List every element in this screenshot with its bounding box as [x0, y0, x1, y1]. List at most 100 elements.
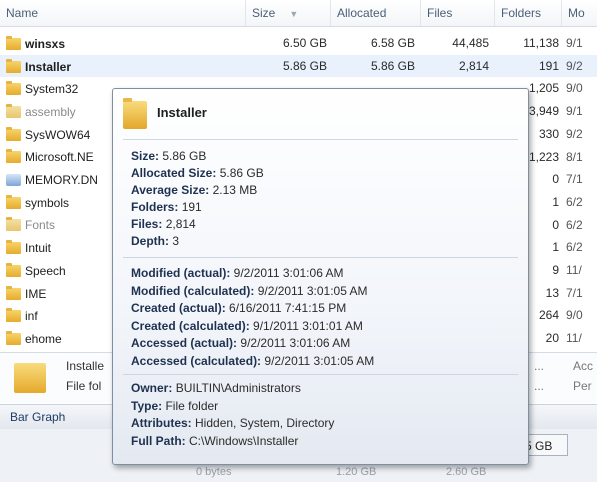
cell-modified: 9/0 — [566, 308, 583, 323]
table-row[interactable]: winsxs 6.50 GB 6.58 GB 44,485 11,138 9/1 — [0, 32, 597, 54]
tooltip-key: Accessed (calculated): — [131, 353, 262, 368]
folder-icon — [6, 330, 21, 345]
tooltip-value: BUILTIN\Administrators — [175, 381, 301, 395]
cell-modified: 8/1 — [566, 149, 583, 164]
cell-modified: 9/0 — [566, 81, 583, 96]
row-name: assembly — [25, 104, 76, 119]
row-name: winsxs — [25, 36, 66, 51]
preview-type: File fol — [66, 379, 102, 393]
preview-ellipsis-2: ... — [534, 379, 545, 393]
row-name: symbols — [25, 195, 70, 210]
row-name: IME — [25, 286, 47, 301]
tooltip-value: 3 — [172, 234, 180, 248]
cell-modified: 6/2 — [566, 240, 583, 255]
tooltip-line: Created (calculated): 9/1/2011 3:01:01 A… — [131, 319, 363, 333]
cell-size: 6.50 GB — [282, 36, 327, 50]
folder-icon — [6, 35, 21, 50]
tooltip-line: Modified (calculated): 9/2/2011 3:01:05 … — [131, 284, 368, 298]
tooltip-value: Hidden, System, Directory — [195, 416, 335, 430]
cell-modified: 11/ — [566, 331, 582, 346]
column-header-name[interactable]: Name — [0, 0, 246, 26]
row-name: Microsoft.NE — [25, 150, 94, 165]
tooltip-divider-2 — [123, 257, 518, 258]
folder-icon — [6, 149, 21, 164]
tooltip-line: Created (actual): 6/16/2011 7:41:15 PM — [131, 301, 346, 315]
tooltip-line: Accessed (calculated): 9/2/2011 3:01:05 … — [131, 354, 374, 368]
cell-modified: 6/2 — [566, 217, 583, 232]
file-icon — [6, 174, 21, 187]
tooltip-value: 5.86 GB — [219, 166, 264, 180]
column-modified-label: Mo — [568, 6, 585, 20]
tooltip-value: 2.13 MB — [212, 183, 258, 197]
tooltip-key: Average Size: — [131, 183, 210, 197]
tooltip-value: 9/2/2011 3:01:05 AM — [264, 353, 375, 368]
tooltip-key: Created (calculated): — [131, 318, 250, 333]
sort-down-icon: ▼ — [289, 9, 299, 19]
column-header-size[interactable]: Size ▼ — [246, 0, 331, 26]
folder-icon — [6, 58, 21, 73]
tooltip-key: Full Path: — [131, 433, 186, 448]
tooltip-value: 191 — [181, 200, 202, 214]
folder-icon — [6, 240, 21, 255]
tooltip-line: Modified (actual): 9/2/2011 3:01:06 AM — [131, 266, 344, 280]
cell-allocated: 6.58 GB — [370, 36, 415, 50]
tooltip-line: Accessed (actual): 9/2/2011 3:01:06 AM — [131, 336, 350, 350]
cell-name: winsxs — [6, 32, 242, 54]
column-header-modified[interactable]: Mo — [562, 0, 597, 26]
folder-icon — [6, 126, 21, 141]
cell-files: 44,485 — [452, 36, 489, 50]
tooltip-key: Depth: — [131, 234, 169, 248]
axis-tick-0: 0 bytes — [196, 466, 232, 478]
tooltip-key: Files: — [131, 217, 163, 231]
tooltip-value: File folder — [165, 398, 219, 413]
cell-folders: 11,138 — [523, 36, 559, 50]
tooltip-divider-1 — [123, 139, 518, 140]
folder-icon — [6, 81, 21, 96]
folder-large-icon — [14, 363, 46, 393]
column-header-allocated[interactable]: Allocated — [331, 0, 421, 26]
axis-tick-1: 1.20 GB — [336, 466, 377, 478]
tooltip-value: 9/2/2011 3:01:06 AM — [233, 266, 344, 280]
cell-size: 5.86 GB — [282, 58, 327, 73]
row-name: Installer — [25, 59, 72, 74]
tooltip-key: Type: — [131, 398, 163, 413]
cell-modified: 7/1 — [566, 172, 583, 187]
tooltip-line: Files: 2,814 — [131, 217, 196, 231]
column-size-label: Size — [252, 6, 276, 20]
cell-modified: 6/2 — [566, 194, 583, 209]
folder-icon — [123, 98, 147, 129]
preview-accessed-label: Acc — [573, 359, 594, 373]
tooltip-key: Size: — [131, 149, 160, 163]
row-name: ehome — [25, 331, 62, 346]
tooltip-key: Modified (actual): — [131, 266, 231, 280]
tooltip-key: Accessed (actual): — [131, 336, 238, 350]
tooltip-line: Allocated Size: 5.86 GB — [131, 166, 264, 180]
preview-permissions-label: Per — [573, 379, 592, 393]
column-header-files[interactable]: Files — [421, 0, 495, 26]
tooltip-value: 9/2/2011 3:01:05 AM — [257, 283, 368, 298]
cell-modified: 9/1 — [566, 36, 583, 50]
row-name: System32 — [25, 82, 79, 97]
column-files-label: Files — [427, 6, 453, 20]
folder-icon — [6, 285, 21, 300]
cell-name: Installer — [6, 55, 242, 77]
cell-modified: 9/2 — [566, 58, 583, 73]
tooltip-title: Installer — [157, 105, 207, 120]
folder-icon — [6, 308, 21, 323]
cell-folders: 191 — [538, 58, 559, 73]
tooltip-line: Owner: BUILTIN\Administrators — [131, 381, 301, 395]
tooltip-line: Attributes: Hidden, System, Directory — [131, 416, 334, 430]
tooltip-key: Created (actual): — [131, 301, 226, 315]
row-name: Intuit — [25, 241, 52, 256]
folder-info-tooltip: Installer Size: 5.86 GB Allocated Size: 5… — [112, 88, 529, 465]
table-row[interactable]: Installer 5.86 GB 5.86 GB 2,814 191 9/2 — [0, 54, 597, 77]
tooltip-divider-3 — [123, 374, 518, 375]
tooltip-line: Depth: 3 — [131, 234, 179, 248]
tooltip-value: 9/2/2011 3:01:06 AM — [240, 336, 351, 350]
row-name: MEMORY.DN — [25, 173, 98, 188]
column-name-label: Name — [6, 6, 39, 20]
preview-name: Installe — [66, 359, 105, 373]
tooltip-key: Folders: — [131, 200, 179, 214]
tooltip-line: Type: File folder — [131, 399, 218, 413]
column-header-folders[interactable]: Folders — [495, 0, 562, 26]
